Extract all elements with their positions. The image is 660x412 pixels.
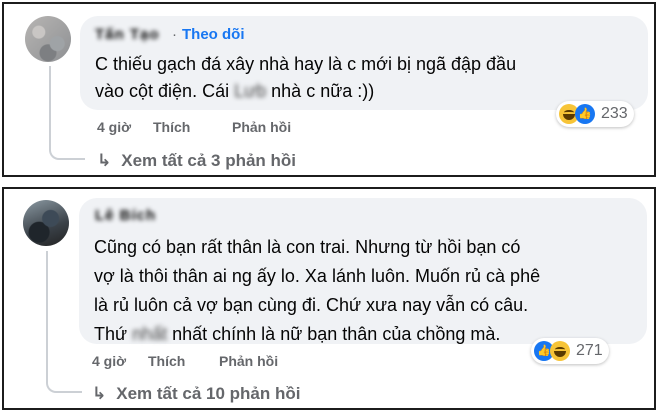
comment-text-line: vợ là thôi thân ai ng ấy lo. Xa lánh luô… xyxy=(94,266,541,286)
comment-text: Cũng có bạn rất thân là con trai. Nhưng … xyxy=(94,233,540,349)
blurred-word: nhất xyxy=(132,324,168,344)
comment-bubble: Tấn Tạo · Theo dõi C thiếu gạch đá xây n… xyxy=(80,16,648,110)
reply-arrow-icon: ↳ xyxy=(97,151,112,170)
comment-text-line: là rủ luôn cả vợ bạn cùng đi. Chứ xưa na… xyxy=(94,295,529,315)
comment-text-line: vào cột điện. Cái xyxy=(95,81,235,101)
thread-line xyxy=(46,251,82,393)
like-icon: 👍 xyxy=(575,104,595,124)
comment-bubble: Lê Bích Cũng có bạn rất thân là con trai… xyxy=(79,198,647,344)
separator-dot: · xyxy=(172,26,177,43)
reaction-summary[interactable]: 👍 271 xyxy=(531,338,609,364)
like-button[interactable]: Thích xyxy=(148,353,185,369)
reply-button[interactable]: Phản hồi xyxy=(232,119,291,135)
reaction-summary[interactable]: 👍 233 xyxy=(556,101,634,127)
comment-text-line: Thứ xyxy=(94,324,133,344)
avatar[interactable] xyxy=(25,16,71,62)
haha-icon xyxy=(550,341,570,361)
avatar[interactable] xyxy=(23,200,69,246)
comment-text-line: Cũng có bạn rất thân là con trai. Nhưng … xyxy=(94,237,521,257)
view-replies-link[interactable]: ↳ Xem tất cả 10 phản hồi xyxy=(92,384,300,404)
thread-line xyxy=(49,66,85,160)
comment-text-line: nhất chính là nữ bạn thân của chồng mà. xyxy=(167,324,501,344)
comment-text: C thiếu gạch đá xây nhà hay là c mới bị … xyxy=(95,51,516,105)
comment-author[interactable]: Lê Bích xyxy=(95,207,156,224)
view-replies-link[interactable]: ↳ Xem tất cả 3 phản hồi xyxy=(97,151,296,171)
comment-panel-2: Lê Bích Cũng có bạn rất thân là con trai… xyxy=(2,187,656,410)
reaction-count: 233 xyxy=(601,105,628,122)
comment-panel-1: Tấn Tạo · Theo dõi C thiếu gạch đá xây n… xyxy=(2,2,656,177)
blurred-word: Lưb xyxy=(234,81,267,101)
reply-arrow-icon: ↳ xyxy=(92,384,107,403)
timestamp[interactable]: 4 giờ xyxy=(92,353,126,369)
like-button[interactable]: Thích xyxy=(153,119,190,135)
comment-text-line: nhà c nữa :)) xyxy=(266,81,375,101)
follow-link[interactable]: Theo dõi xyxy=(182,26,245,43)
view-replies-label: Xem tất cả 10 phản hồi xyxy=(116,384,301,403)
reaction-count: 271 xyxy=(576,342,603,359)
reply-button[interactable]: Phản hồi xyxy=(219,353,278,369)
view-replies-label: Xem tất cả 3 phản hồi xyxy=(121,151,297,170)
comment-author[interactable]: Tấn Tạo xyxy=(95,26,160,43)
comment-text-line: C thiếu gạch đá xây nhà hay là c mới bị … xyxy=(95,54,517,74)
timestamp[interactable]: 4 giờ xyxy=(97,119,131,135)
